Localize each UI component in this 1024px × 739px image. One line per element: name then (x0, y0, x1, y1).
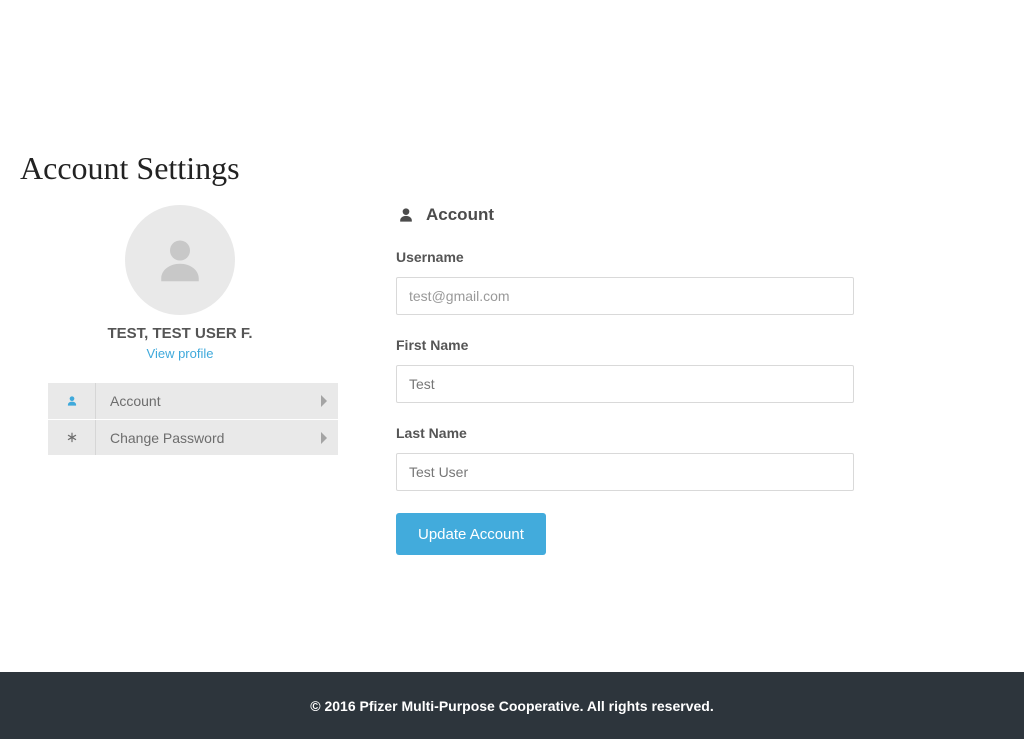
profile-name: TEST, TEST USER F. (20, 325, 340, 342)
lastname-input[interactable] (396, 453, 854, 491)
page-title: Account Settings (20, 150, 1004, 187)
view-profile-link[interactable]: View profile (20, 346, 340, 361)
firstname-input[interactable] (396, 365, 854, 403)
main-content: Account Username First Name Last Name Up… (396, 205, 1004, 555)
sidebar: TEST, TEST USER F. View profile Account (20, 205, 340, 555)
username-input[interactable] (396, 277, 854, 315)
footer-text: © 2016 Pfizer Multi-Purpose Cooperative.… (310, 698, 713, 714)
footer: © 2016 Pfizer Multi-Purpose Cooperative.… (0, 672, 1024, 739)
chevron-right-icon (310, 395, 338, 407)
lastname-label: Last Name (396, 425, 854, 441)
nav-item-label: Account (96, 393, 310, 409)
username-label: Username (396, 249, 854, 265)
section-heading-text: Account (426, 205, 494, 225)
nav-item-account[interactable]: Account (48, 383, 338, 419)
section-header: Account (396, 205, 854, 225)
avatar-placeholder-icon (150, 230, 210, 290)
asterisk-icon (48, 420, 96, 455)
nav-item-label: Change Password (96, 430, 310, 446)
firstname-label: First Name (396, 337, 854, 353)
settings-nav: Account Change Password (48, 383, 338, 455)
user-icon (48, 383, 96, 419)
user-icon (396, 205, 416, 225)
avatar (125, 205, 235, 315)
chevron-right-icon (310, 432, 338, 444)
update-account-button[interactable]: Update Account (396, 513, 546, 555)
nav-item-change-password[interactable]: Change Password (48, 419, 338, 455)
